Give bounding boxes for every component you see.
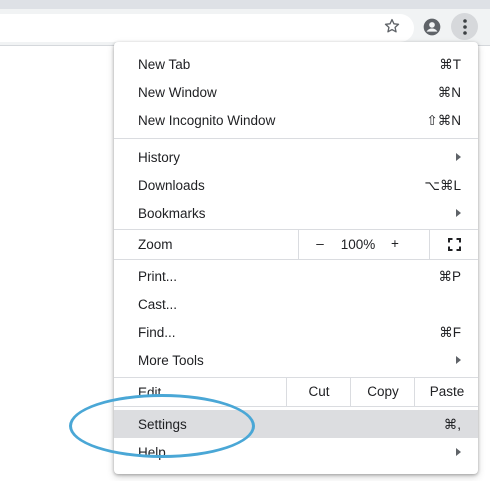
menu-item-label: Bookmarks <box>138 206 206 221</box>
menu-separator <box>114 406 478 407</box>
menu-separator <box>114 138 478 139</box>
menu-separator <box>114 259 478 260</box>
submenu-arrow-icon <box>456 356 461 364</box>
tab-strip <box>0 0 490 9</box>
zoom-out-button[interactable]: – <box>313 236 327 251</box>
menu-item-shortcut: ⌘T <box>439 57 461 72</box>
menu-item-find[interactable]: Find... ⌘F <box>114 318 478 346</box>
menu-item-label: Find... <box>138 325 176 340</box>
menu-item-cast[interactable]: Cast... <box>114 290 478 318</box>
menu-item-downloads[interactable]: Downloads ⌥⌘L <box>114 171 478 199</box>
more-vert-icon[interactable] <box>451 13 478 40</box>
menu-item-shortcut: ⌘P <box>438 269 461 284</box>
zoom-label: Zoom <box>138 237 173 252</box>
menu-item-bookmarks[interactable]: Bookmarks <box>114 199 478 227</box>
copy-button[interactable]: Copy <box>350 378 415 406</box>
menu-item-label: Settings <box>138 417 187 432</box>
menu-item-shortcut: ⌥⌘L <box>424 178 461 193</box>
menu-item-shortcut: ⌘F <box>439 325 461 340</box>
menu-item-shortcut: ⌘, <box>443 417 461 432</box>
submenu-arrow-icon <box>456 448 461 456</box>
menu-item-shortcut: ⇧⌘N <box>426 113 461 128</box>
fullscreen-icon <box>448 238 461 251</box>
menu-item-label: History <box>138 150 181 165</box>
menu-item-history[interactable]: History <box>114 143 478 171</box>
menu-item-new-tab[interactable]: New Tab ⌘T <box>114 50 478 78</box>
submenu-arrow-icon <box>456 209 461 217</box>
profile-icon[interactable] <box>421 16 443 38</box>
cut-button[interactable]: Cut <box>286 378 351 406</box>
paste-button[interactable]: Paste <box>414 378 479 406</box>
edit-label: Edit <box>138 385 162 400</box>
menu-item-help[interactable]: Help <box>114 438 478 466</box>
zoom-controls: – 100% + <box>298 230 479 259</box>
menu-item-label: New Window <box>138 85 217 100</box>
star-icon[interactable] <box>381 15 403 37</box>
menu-item-label: Help <box>138 445 166 460</box>
zoom-level: 100% <box>340 237 376 252</box>
menu-item-edit: Edit Cut Copy Paste <box>114 378 478 406</box>
menu-item-label: More Tools <box>138 353 204 368</box>
menu-item-new-window[interactable]: New Window ⌘N <box>114 78 478 106</box>
address-bar[interactable] <box>0 14 414 42</box>
submenu-arrow-icon <box>456 153 461 161</box>
menu-item-new-incognito-window[interactable]: New Incognito Window ⇧⌘N <box>114 106 478 134</box>
menu-item-print[interactable]: Print... ⌘P <box>114 262 478 290</box>
menu-item-label: New Tab <box>138 57 191 72</box>
fullscreen-button[interactable] <box>429 230 480 259</box>
chrome-main-menu: New Tab ⌘T New Window ⌘N New Incognito W… <box>114 42 478 474</box>
menu-item-zoom: Zoom – 100% + <box>114 230 478 259</box>
menu-item-label: Cast... <box>138 297 178 312</box>
menu-item-label: New Incognito Window <box>138 113 276 128</box>
menu-item-label: Print... <box>138 269 178 284</box>
menu-item-settings[interactable]: Settings ⌘, <box>114 410 478 438</box>
zoom-in-button[interactable]: + <box>388 236 402 251</box>
menu-item-shortcut: ⌘N <box>437 85 461 100</box>
menu-item-label: Downloads <box>138 178 205 193</box>
browser-toolbar <box>0 9 490 46</box>
menu-item-more-tools[interactable]: More Tools <box>114 346 478 374</box>
